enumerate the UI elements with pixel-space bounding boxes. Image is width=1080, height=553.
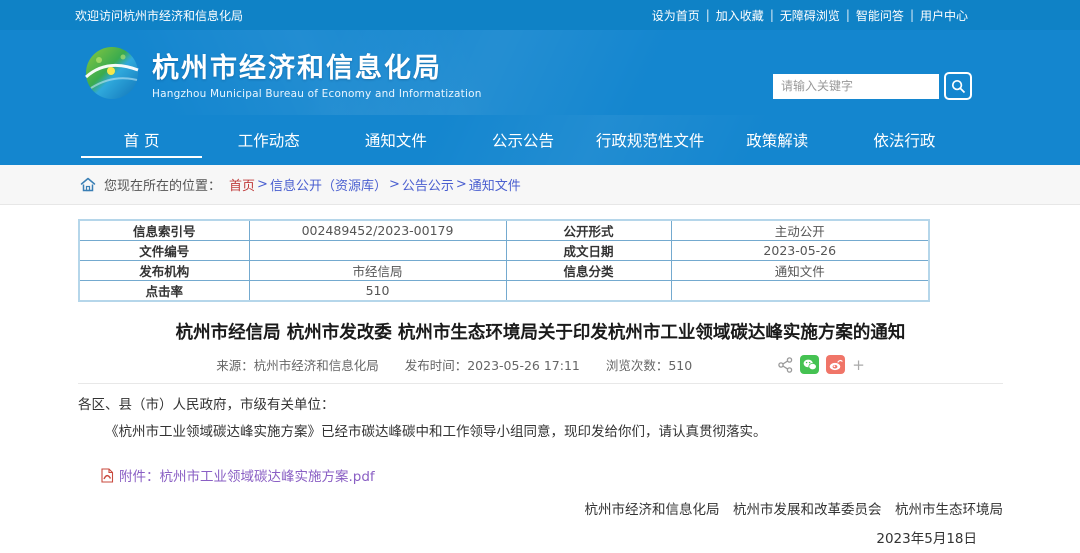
info-label-index-number: 信息索引号 <box>79 220 249 241</box>
title-divider <box>78 383 1003 384</box>
table-row: 文件编号 成文日期 2023-05-26 <box>79 241 929 261</box>
nav-item-public-announcements[interactable]: 公示公告 <box>459 115 586 165</box>
link-separator: | <box>706 8 710 22</box>
link-separator: | <box>910 8 914 22</box>
info-value-click-rate: 510 <box>249 281 506 302</box>
table-row: 点击率 510 <box>79 281 929 302</box>
breadcrumb-announcements[interactable]: 公告公示 <box>402 175 454 194</box>
breadcrumb-separator: > <box>456 177 467 192</box>
article-title: 杭州市经信局 杭州市发改委 杭州市生态环境局关于印发杭州市工业领域碳达峰实施方案… <box>78 319 1003 344</box>
site-brand[interactable]: 杭州市经济和信息化局 Hangzhou Municipal Bureau of … <box>85 46 482 100</box>
link-separator: | <box>846 8 850 22</box>
brand-text: 杭州市经济和信息化局 Hangzhou Municipal Bureau of … <box>152 46 482 100</box>
breadcrumb-home[interactable]: 首页 <box>229 175 255 194</box>
signature-date: 2023年5月18日 <box>78 527 1003 547</box>
top-links: 设为首页 | 加入收藏 | 无障碍浏览 | 智能问答 | 用户中心 <box>652 7 968 24</box>
top-link-set-homepage[interactable]: 设为首页 <box>652 7 700 24</box>
welcome-text: 欢迎访问杭州市经济和信息化局 <box>75 7 243 24</box>
info-value-empty <box>671 281 929 302</box>
share-icon[interactable] <box>778 357 793 373</box>
breadcrumb-separator: > <box>389 177 400 192</box>
article-source: 来源：杭州市经济和信息化局 <box>216 355 379 374</box>
info-label-click-rate: 点击率 <box>79 281 249 302</box>
body-salutation: 各区、县（市）人民政府，市级有关单位： <box>78 393 1003 413</box>
top-utility-bar: 欢迎访问杭州市经济和信息化局 设为首页 | 加入收藏 | 无障碍浏览 | 智能问… <box>0 0 1080 30</box>
nav-item-policy-interpretation[interactable]: 政策解读 <box>714 115 841 165</box>
site-header: 杭州市经济和信息化局 Hangzhou Municipal Bureau of … <box>0 30 1080 115</box>
bureau-logo-icon <box>85 46 139 100</box>
info-value-disclosure-form: 主动公开 <box>671 220 929 241</box>
info-value-info-category: 通知文件 <box>671 261 929 281</box>
top-link-add-favorites[interactable]: 加入收藏 <box>716 7 764 24</box>
document-info-table: 信息索引号 002489452/2023-00179 公开形式 主动公开 文件编… <box>78 219 930 302</box>
info-label-info-category: 信息分类 <box>506 261 671 281</box>
info-value-issue-date: 2023-05-26 <box>671 241 929 261</box>
body-paragraph: 《杭州市工业领域碳达峰实施方案》已经市碳达峰碳中和工作领导小组同意，现印发给你们… <box>78 420 1003 440</box>
search-button[interactable] <box>944 72 972 100</box>
info-label-issuing-agency: 发布机构 <box>79 261 249 281</box>
nav-item-law-based-administration[interactable]: 依法行政 <box>841 115 968 165</box>
search-icon <box>951 79 966 94</box>
article-views: 浏览次数：510 <box>606 355 692 374</box>
nav-item-administrative-normative-docs[interactable]: 行政规范性文件 <box>587 115 714 165</box>
info-value-index-number: 002489452/2023-00179 <box>249 220 506 241</box>
signature-agencies: 杭州市经济和信息化局 杭州市发展和改革委员会 杭州市生态环境局 <box>78 498 1003 518</box>
site-subtitle: Hangzhou Municipal Bureau of Economy and… <box>152 88 482 100</box>
table-row: 信息索引号 002489452/2023-00179 公开形式 主动公开 <box>79 220 929 241</box>
breadcrumb-trail: 首页 > 信息公开（资源库） > 公告公示 > 通知文件 <box>229 175 521 194</box>
top-link-smart-qa[interactable]: 智能问答 <box>856 7 904 24</box>
article-publish-time: 发布时间：2023-05-26 17:11 <box>405 355 580 374</box>
breadcrumb: 您现在所在的位置： 首页 > 信息公开（资源库） > 公告公示 > 通知文件 <box>0 165 1080 205</box>
nav-item-work-news[interactable]: 工作动态 <box>205 115 332 165</box>
site-title: 杭州市经济和信息化局 <box>152 46 482 85</box>
weibo-share-icon[interactable] <box>826 355 845 374</box>
wechat-share-icon[interactable] <box>800 355 819 374</box>
more-share-icon[interactable]: + <box>852 356 865 374</box>
top-link-accessibility[interactable]: 无障碍浏览 <box>780 7 840 24</box>
home-icon <box>80 177 96 192</box>
article: 杭州市经信局 杭州市发改委 杭州市生态环境局关于印发杭州市工业领域碳达峰实施方案… <box>78 319 1003 547</box>
info-label-disclosure-form: 公开形式 <box>506 220 671 241</box>
breadcrumb-info-disclosure[interactable]: 信息公开（资源库） <box>270 175 387 194</box>
info-label-empty <box>506 281 671 302</box>
search-input[interactable] <box>773 74 939 99</box>
breadcrumb-prefix: 您现在所在的位置： <box>104 175 221 194</box>
link-separator: | <box>770 8 774 22</box>
breadcrumb-notice-docs[interactable]: 通知文件 <box>469 175 521 194</box>
pdf-file-icon <box>100 468 114 483</box>
nav-item-home[interactable]: 首 页 <box>78 115 205 165</box>
info-label-issue-date: 成文日期 <box>506 241 671 261</box>
share-icons: + <box>778 355 865 374</box>
search-box <box>773 72 972 100</box>
article-meta: 来源：杭州市经济和信息化局 发布时间：2023-05-26 17:11 浏览次数… <box>78 355 1003 374</box>
attachment-row: 附件：杭州市工业领域碳达峰实施方案.pdf <box>100 465 1003 485</box>
table-row: 发布机构 市经信局 信息分类 通知文件 <box>79 261 929 281</box>
nav-item-notice-docs[interactable]: 通知文件 <box>332 115 459 165</box>
info-value-doc-number <box>249 241 506 261</box>
info-label-doc-number: 文件编号 <box>79 241 249 261</box>
breadcrumb-separator: > <box>257 177 268 192</box>
info-value-issuing-agency: 市经信局 <box>249 261 506 281</box>
top-link-user-center[interactable]: 用户中心 <box>920 7 968 24</box>
attachment-link[interactable]: 附件：杭州市工业领域碳达峰实施方案.pdf <box>119 465 375 485</box>
main-nav: 首 页 工作动态 通知文件 公示公告 行政规范性文件 政策解读 依法行政 <box>0 115 1080 165</box>
